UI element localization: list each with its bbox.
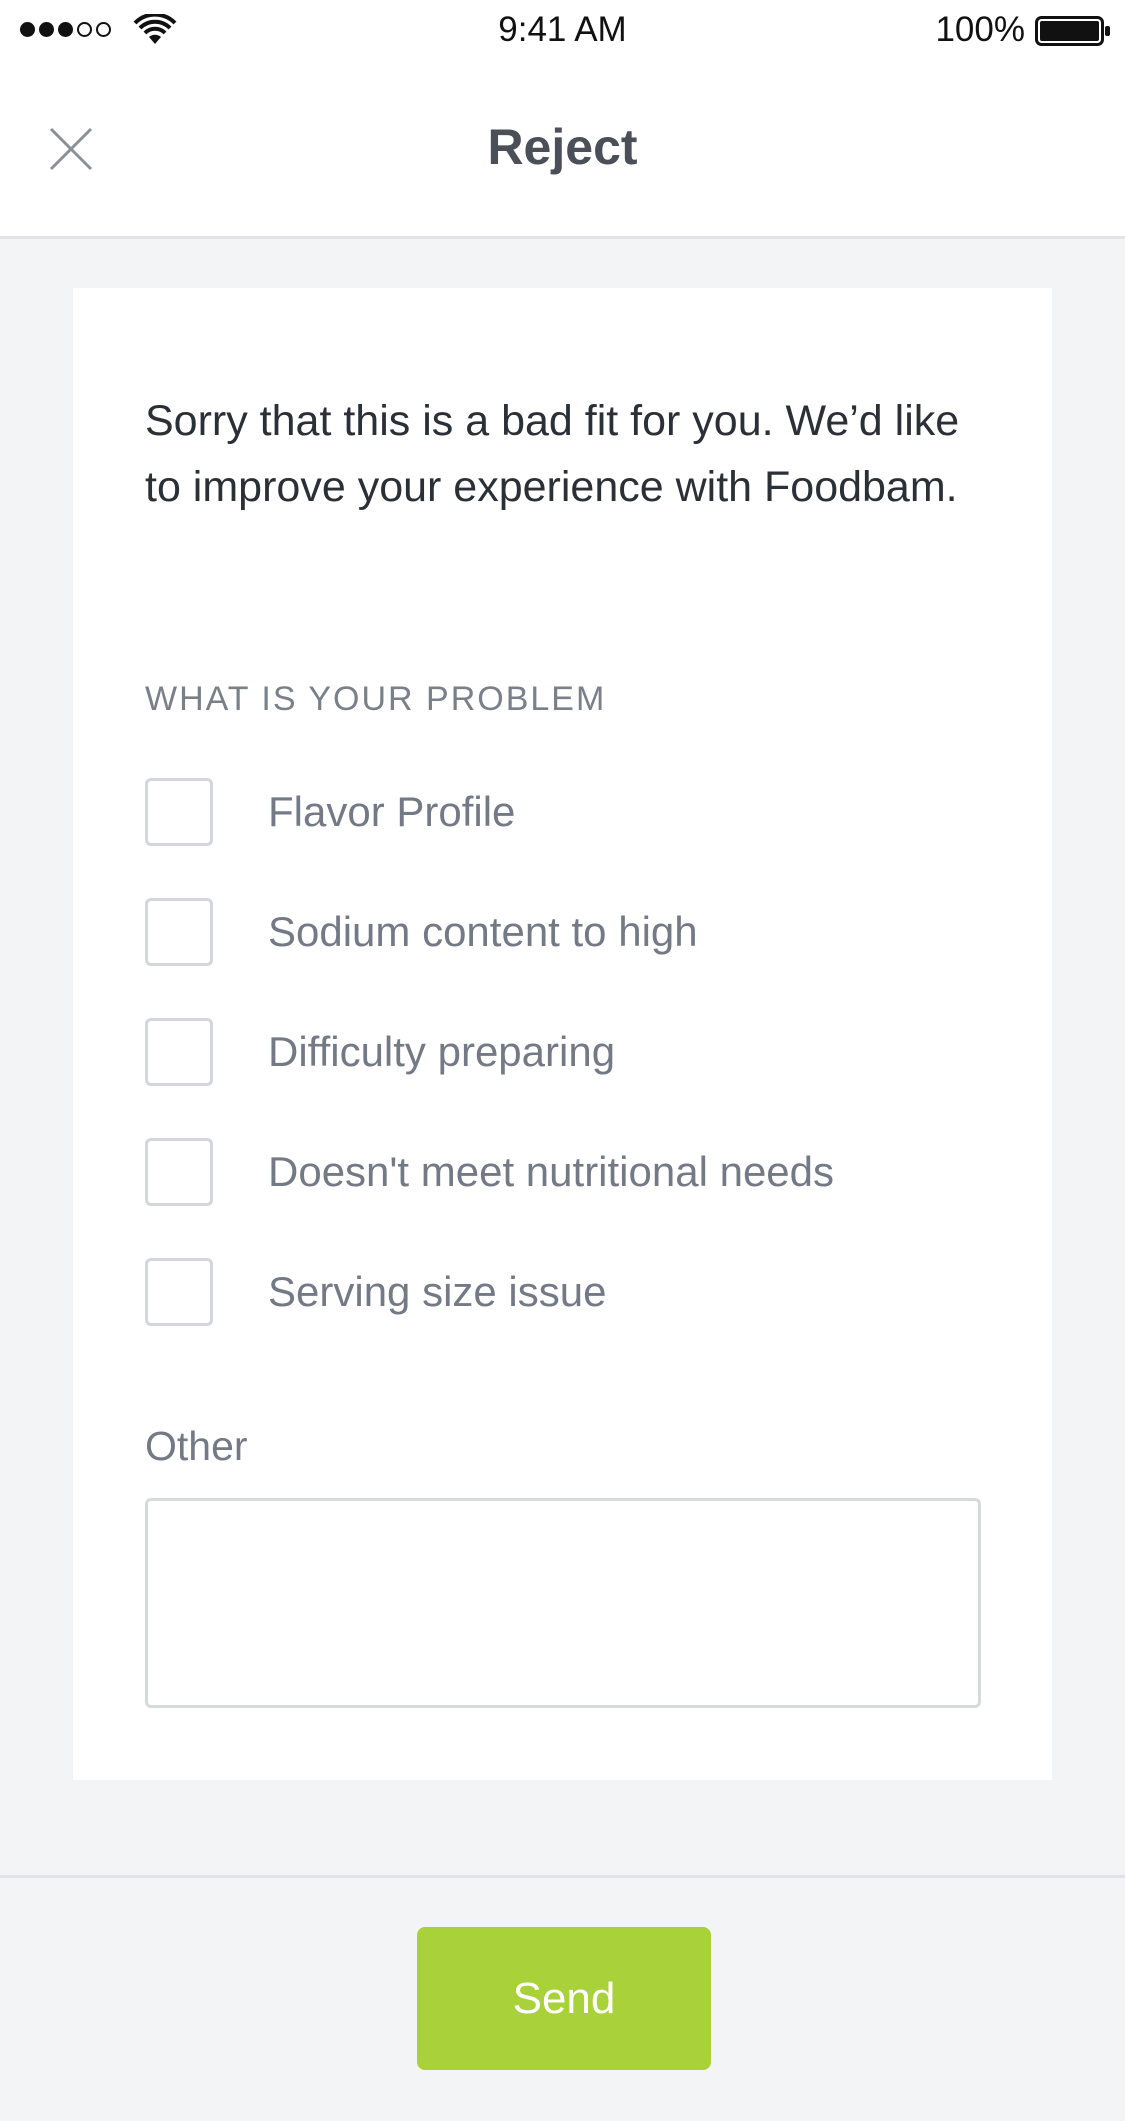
checkbox[interactable] bbox=[145, 1018, 213, 1086]
header: Reject bbox=[0, 62, 1125, 239]
reject-screen: 9:41 AM 100% Reject Sorry that this is a… bbox=[0, 0, 1125, 2121]
checkbox[interactable] bbox=[145, 898, 213, 966]
checkbox[interactable] bbox=[145, 778, 213, 846]
intro-text: Sorry that this is a bad fit for you. We… bbox=[145, 397, 960, 511]
status-bar: 9:41 AM 100% bbox=[0, 0, 1125, 62]
option-sodium-content[interactable]: Sodium content to high bbox=[145, 896, 985, 968]
option-serving-size[interactable]: Serving size issue bbox=[145, 1256, 985, 1328]
problem-section-label: WHAT IS YOUR PROBLEM bbox=[145, 680, 607, 718]
option-label: Flavor Profile bbox=[268, 788, 516, 835]
send-button[interactable]: Send bbox=[417, 1927, 711, 2070]
option-label: Serving size issue bbox=[268, 1268, 607, 1315]
option-difficulty-preparing[interactable]: Difficulty preparing bbox=[145, 1016, 985, 1088]
page-title: Reject bbox=[487, 119, 638, 175]
option-label: Difficulty preparing bbox=[268, 1028, 616, 1075]
checkbox[interactable] bbox=[145, 1138, 213, 1206]
feedback-card: Sorry that this is a bad fit for you. We… bbox=[73, 288, 1052, 1780]
other-text-field[interactable] bbox=[145, 1498, 981, 1708]
other-label: Other bbox=[145, 1423, 248, 1469]
battery-full-icon bbox=[1035, 16, 1110, 46]
option-label: Sodium content to high bbox=[268, 908, 698, 955]
footer: Send bbox=[0, 1875, 1125, 2121]
option-flavor-profile[interactable]: Flavor Profile bbox=[145, 776, 985, 848]
battery-percent: 100% bbox=[935, 10, 1025, 49]
option-nutritional-needs[interactable]: Doesn't meet nutritional needs bbox=[145, 1136, 985, 1208]
option-label: Doesn't meet nutritional needs bbox=[268, 1148, 835, 1195]
checkbox[interactable] bbox=[145, 1258, 213, 1326]
